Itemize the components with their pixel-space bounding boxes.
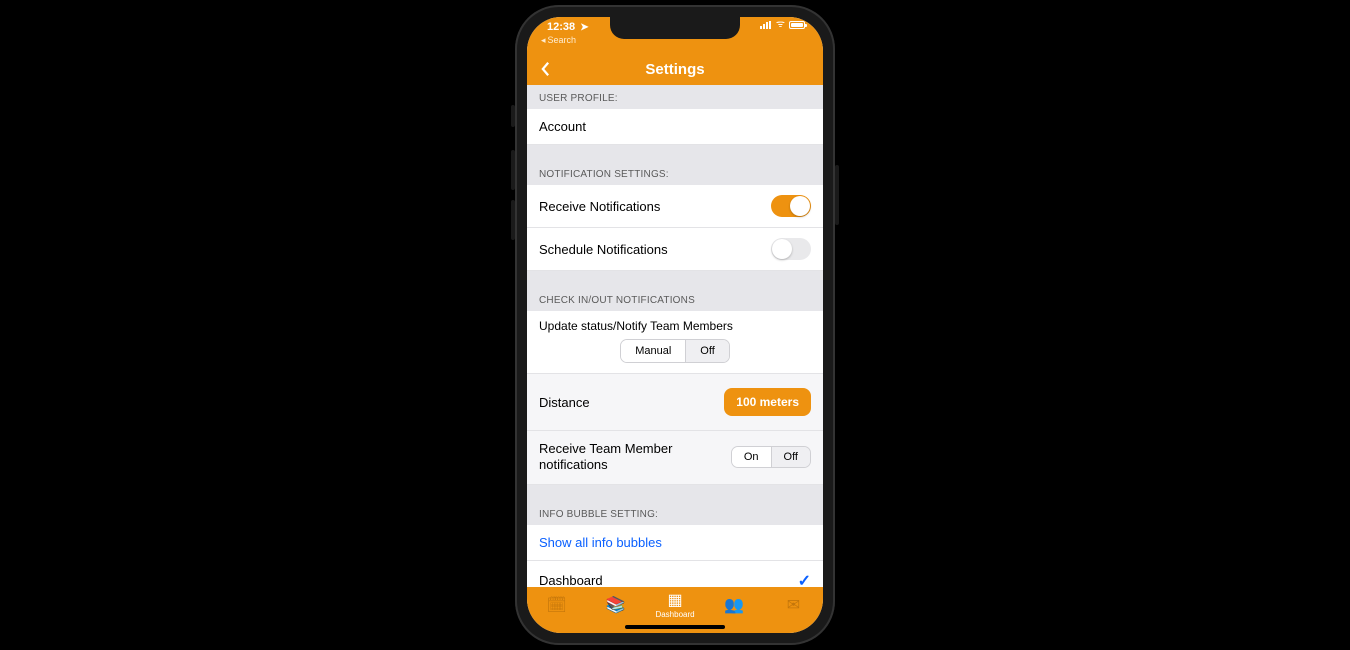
segment-team-off[interactable]: Off [771,447,810,467]
notch [610,17,740,39]
section-user-profile: USER PROFILE: [527,85,823,109]
link-show-all-bubbles[interactable]: Show all info bubbles [539,535,662,550]
tab-dashboard-label: Dashboard [655,610,694,619]
home-indicator[interactable] [625,625,725,629]
row-show-all-bubbles[interactable]: Show all info bubbles [527,525,823,561]
phone-frame: 12:38 ➤ Search ᯤ Settings USER PROFILE: … [515,5,835,645]
nav-bar: Settings [527,53,823,85]
tab-team[interactable]: 👥 [705,587,764,625]
status-right: ᯤ [760,21,805,29]
row-schedule-label: Schedule Notifications [539,242,668,257]
screen: 12:38 ➤ Search ᯤ Settings USER PROFILE: … [527,17,823,633]
section-info-bubble: INFO BUBBLE SETTING: [527,501,823,525]
row-account-label: Account [539,119,586,134]
mail-icon: ✉ [787,598,800,614]
page-title: Settings [645,61,704,78]
chevron-left-icon [540,61,551,77]
section-notification-settings: NOTIFICATION SETTINGS: [527,161,823,185]
segment-option-manual[interactable]: Manual [621,340,685,362]
status-time: 12:38 ➤ [547,21,589,33]
power-button [835,165,839,225]
row-team-label: Receive Team Member notifications [539,441,689,474]
team-icon: 👥 [724,598,744,614]
location-icon: ➤ [580,22,588,33]
status-breadcrumb[interactable]: Search [541,35,576,46]
row-team-notifications: Receive Team Member notifications On Off [527,431,823,485]
back-button[interactable] [535,59,555,79]
tab-calculator[interactable]: 🗓 [527,587,586,625]
status-time-text: 12:38 [547,21,575,33]
segment-team-on[interactable]: On [732,447,771,467]
dashboard-icon: ▦ [667,593,682,609]
row-update-status: Update status/Notify Team Members Manual… [527,311,823,374]
volume-up-button [511,150,515,190]
row-update-status-label: Update status/Notify Team Members [539,319,811,333]
signal-icon [760,21,772,29]
gap [527,271,823,287]
battery-icon [789,21,805,29]
side-switch [511,105,515,127]
segment-team-notifications[interactable]: On Off [731,446,811,468]
row-account[interactable]: Account [527,109,823,145]
row-bubble-dashboard[interactable]: Dashboard ✓ [527,561,823,588]
row-receive-label: Receive Notifications [539,199,660,214]
settings-content[interactable]: USER PROFILE: Account NOTIFICATION SETTI… [527,85,823,587]
gap [527,485,823,501]
toggle-schedule-notifications[interactable] [771,238,811,260]
distance-button[interactable]: 100 meters [724,388,811,416]
check-icon: ✓ [798,571,811,588]
volume-down-button [511,200,515,240]
tab-mail[interactable]: ✉ [764,587,823,625]
segment-option-off[interactable]: Off [685,340,728,362]
row-bubble-dashboard-label: Dashboard [539,573,603,587]
calculator-icon: 🗓 [546,598,566,614]
row-schedule-notifications: Schedule Notifications [527,228,823,271]
section-checkin: CHECK IN/OUT NOTIFICATIONS [527,287,823,311]
tab-library[interactable]: 📚 [586,587,645,625]
toggle-receive-notifications[interactable] [771,195,811,217]
gap [527,145,823,161]
segment-update-status[interactable]: Manual Off [620,339,730,363]
wifi-icon: ᯤ [776,21,785,29]
tab-dashboard[interactable]: ▦ Dashboard [645,587,704,625]
row-distance-label: Distance [539,395,590,410]
row-receive-notifications: Receive Notifications [527,185,823,228]
library-icon: 📚 [606,598,626,614]
row-distance: Distance 100 meters [527,374,823,431]
